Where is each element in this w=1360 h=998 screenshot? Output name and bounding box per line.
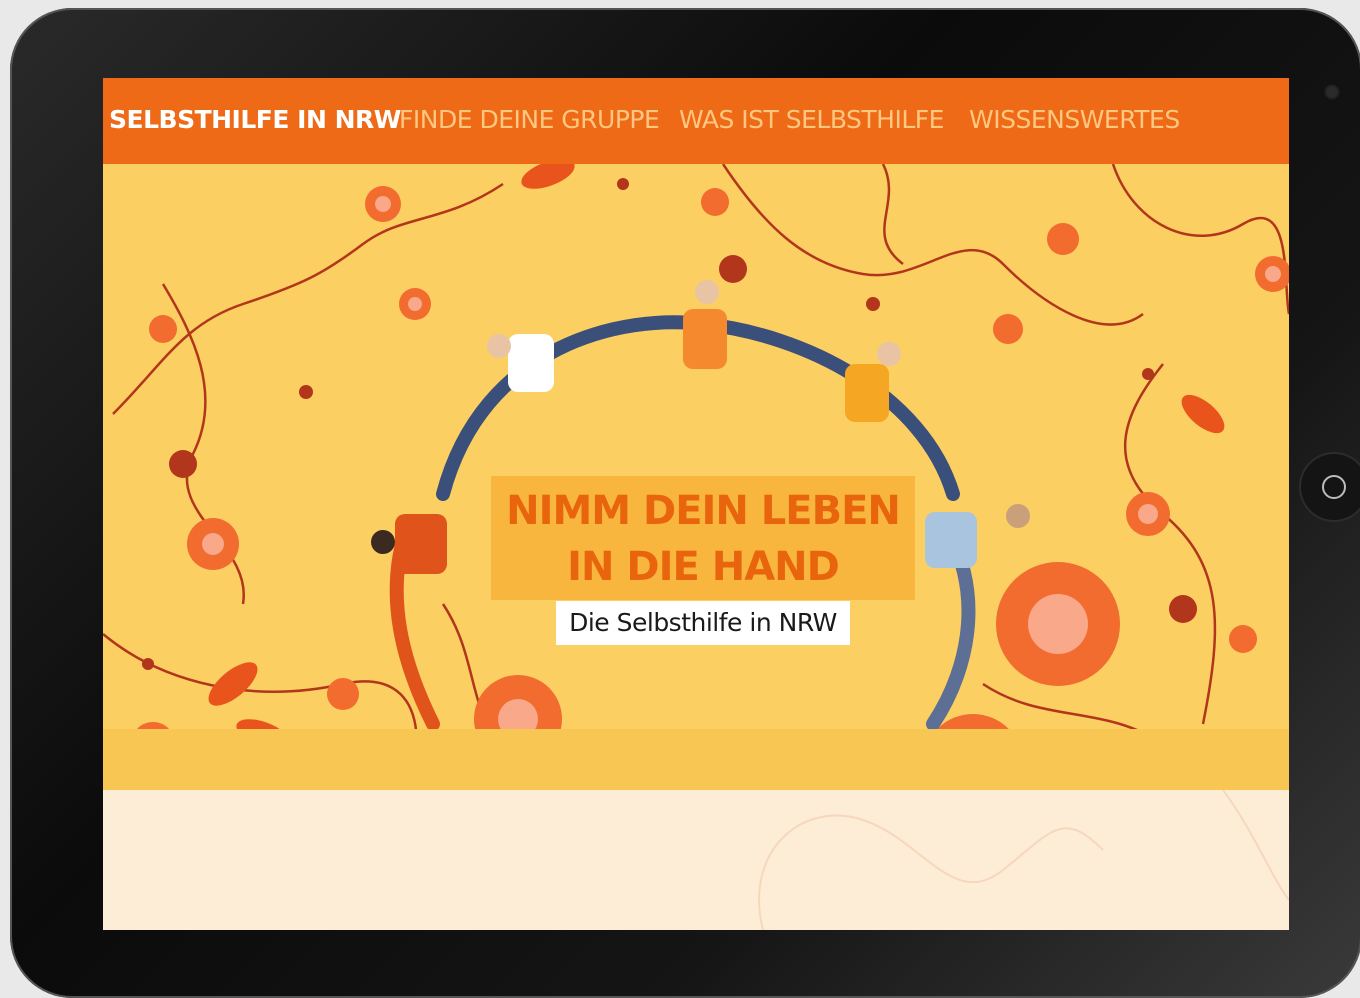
camera-icon	[1324, 84, 1340, 100]
tablet-frame: SELBSTHILFE IN NRW FINDE DEINE GRUPPE WA…	[10, 8, 1360, 998]
nav-item-wissenswertes[interactable]: WISSENSWERTES	[969, 105, 1180, 134]
nav-item-was-ist-selbsthilfe[interactable]: WAS IST SELBSTHILFE	[679, 105, 944, 134]
screen: SELBSTHILFE IN NRW FINDE DEINE GRUPPE WA…	[103, 78, 1289, 930]
decorative-vine	[758, 789, 1289, 930]
hero-banner: NIMM DEIN LEBEN IN DIE HAND Die Selbsthi…	[103, 164, 1289, 790]
nav-brand-link[interactable]: SELBSTHILFE IN NRW	[109, 105, 401, 134]
hero-subtitle: Die Selbsthilfe in NRW	[569, 608, 837, 637]
top-navigation: SELBSTHILFE IN NRW FINDE DEINE GRUPPE WA…	[103, 78, 1289, 164]
content-section	[103, 789, 1289, 930]
subtitle-box: Die Selbsthilfe in NRW	[556, 601, 850, 645]
home-button[interactable]	[1301, 454, 1360, 520]
nav-item-finde-deine-gruppe[interactable]: FINDE DEINE GRUPPE	[399, 105, 660, 134]
headline-box: NIMM DEIN LEBEN IN DIE HAND	[491, 476, 915, 600]
headline-line-2: IN DIE HAND	[567, 544, 840, 590]
headline-line-1: NIMM DEIN LEBEN	[506, 488, 901, 534]
